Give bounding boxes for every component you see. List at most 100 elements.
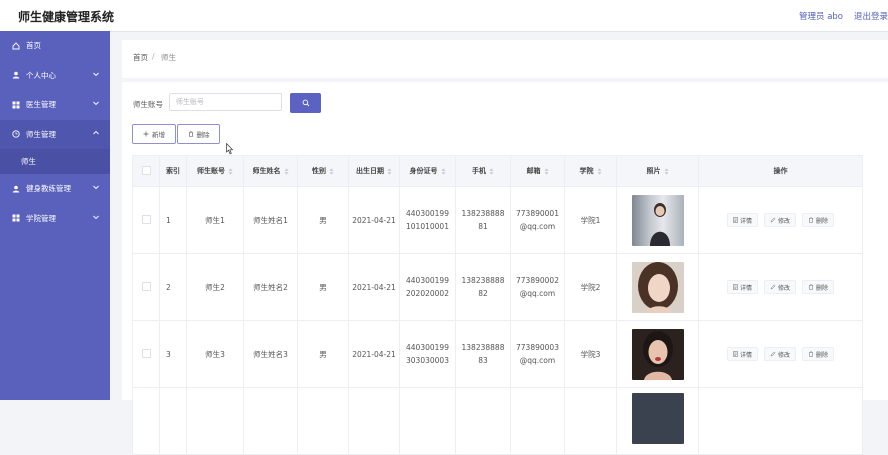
sidebar-item-teacher-student[interactable]: 师生管理	[0, 119, 110, 149]
sort-icon[interactable]	[284, 168, 289, 175]
search-input[interactable]	[169, 93, 282, 111]
search-button[interactable]	[290, 93, 321, 113]
detail-button[interactable]: 详情	[726, 280, 758, 294]
app-title: 师生健康管理系统	[18, 10, 115, 24]
sidebar-item-college[interactable]: 学院管理	[0, 204, 110, 234]
cell-index: 3	[159, 320, 187, 388]
table-row[interactable]: 2 师生2 师生姓名2 男 2021-04-21 440300199 202020…	[132, 253, 863, 321]
header-label: 身份证号	[409, 167, 438, 175]
delete-button[interactable]: 删除	[802, 213, 835, 227]
breadcrumb-separator: /	[152, 52, 155, 61]
cell-line: 440300199	[406, 276, 449, 285]
col-header-account[interactable]: 师生账号	[186, 155, 244, 187]
sidebar: 首页 个人中心 医生管理 师生管理 师生 健身教练管理 学院管理	[0, 31, 110, 400]
sort-icon[interactable]	[329, 168, 334, 175]
search-icon	[302, 99, 309, 107]
sort-icon[interactable]	[544, 168, 549, 175]
row-select-cell[interactable]	[132, 186, 160, 254]
grid-icon	[12, 214, 20, 222]
delete-button[interactable]: 删除	[802, 280, 835, 294]
clock-icon	[12, 130, 20, 138]
cell-ops: 详情 修改 删除	[698, 253, 863, 321]
op-label: 删除	[816, 217, 829, 225]
header-label: 手机	[472, 167, 486, 175]
cell-college	[564, 387, 617, 455]
cell-account: 师生3	[186, 320, 244, 388]
col-header-birthday[interactable]: 出生日期	[348, 155, 400, 187]
col-header-name[interactable]: 师生姓名	[243, 155, 298, 187]
sidebar-item-label: 首页	[26, 41, 41, 51]
chevron-down-icon	[93, 215, 99, 219]
photo-thumbnail[interactable]	[631, 261, 684, 313]
op-label: 修改	[777, 217, 790, 225]
sort-icon[interactable]	[489, 168, 494, 175]
sort-icon[interactable]	[387, 168, 392, 175]
select-all-cell[interactable]	[132, 155, 160, 187]
sidebar-item-label: 健身教练管理	[26, 184, 71, 194]
breadcrumb-home[interactable]: 首页	[133, 52, 148, 63]
cell-photo	[616, 253, 699, 321]
detail-button[interactable]: 详情	[726, 347, 758, 361]
sidebar-subitem-teacher-student[interactable]: 师生	[0, 149, 110, 174]
cell-line: 138238888	[461, 276, 505, 285]
col-header-idcard[interactable]: 身份证号	[399, 155, 456, 187]
cell-email: 773890001 @qq.com	[510, 186, 565, 254]
logout-link[interactable]: 退出登录	[854, 10, 888, 22]
sort-icon[interactable]	[597, 168, 602, 175]
row-checkbox[interactable]	[141, 281, 151, 291]
cell-account: 师生2	[186, 253, 244, 321]
col-header-college[interactable]: 学院	[564, 155, 617, 187]
document-icon	[733, 284, 738, 290]
delete-button[interactable]: 删除	[802, 347, 835, 361]
cell-phone	[455, 387, 511, 455]
header-label: 学院	[579, 167, 594, 175]
current-user[interactable]: 管理员 abo	[799, 10, 843, 22]
photo-thumbnail[interactable]	[631, 194, 684, 246]
edit-icon	[770, 351, 776, 357]
edit-button[interactable]: 修改	[763, 280, 796, 294]
table-row[interactable]: 3 师生3 师生姓名3 男 2021-04-21 440300199 303030…	[132, 320, 863, 388]
add-button-label: 新增	[152, 131, 165, 139]
op-label: 详情	[739, 351, 752, 359]
cell-line: 773890001	[516, 209, 559, 218]
edit-button[interactable]: 修改	[763, 347, 796, 361]
row-select-cell[interactable]	[132, 320, 160, 388]
col-header-gender[interactable]: 性别	[297, 155, 349, 187]
photo-thumbnail[interactable]	[631, 328, 684, 380]
sidebar-item-coach[interactable]: 健身教练管理	[0, 174, 110, 204]
row-checkbox[interactable]	[141, 214, 151, 224]
cell-gender: 男	[297, 253, 349, 321]
cell-birthday: 2021-04-21	[348, 253, 400, 321]
sidebar-item-profile[interactable]: 个人中心	[0, 61, 110, 91]
cell-line: 83	[478, 356, 488, 365]
top-header: 师生健康管理系统 管理员 abo 退出登录	[0, 0, 888, 32]
home-icon	[12, 42, 20, 50]
col-header-phone[interactable]: 手机	[455, 155, 511, 187]
cell-name: 师生姓名1	[243, 186, 298, 254]
edit-button[interactable]: 修改	[763, 213, 796, 227]
add-button[interactable]: 新增	[132, 124, 176, 144]
table-row[interactable]	[132, 387, 863, 455]
sort-icon[interactable]	[664, 168, 669, 175]
cell-college: 学院2	[564, 253, 617, 321]
search-label: 师生账号	[133, 100, 163, 109]
sort-icon[interactable]	[441, 168, 446, 175]
cell-photo	[616, 387, 699, 455]
cell-index: 2	[159, 253, 187, 321]
sidebar-item-label: 学院管理	[26, 213, 56, 223]
col-header-email[interactable]: 邮箱	[510, 155, 565, 187]
sidebar-item-doctor[interactable]: 医生管理	[0, 90, 110, 120]
cell-line: @qq.com	[519, 289, 556, 298]
row-checkbox[interactable]	[141, 348, 151, 358]
sidebar-item-home[interactable]: 首页	[0, 31, 110, 61]
detail-button[interactable]: 详情	[726, 213, 758, 227]
sort-icon[interactable]	[228, 168, 233, 175]
header-label: 照片	[646, 167, 661, 175]
col-header-photo[interactable]: 照片	[616, 155, 699, 187]
row-select-cell[interactable]	[132, 253, 160, 321]
table-row[interactable]: 1 师生1 师生姓名1 男 2021-04-21 440300199 101010…	[132, 186, 863, 254]
select-all-checkbox[interactable]	[141, 165, 151, 175]
batch-delete-button[interactable]: 删除	[177, 124, 220, 144]
photo-thumbnail[interactable]	[631, 393, 684, 444]
header-label: 索引	[166, 167, 180, 175]
